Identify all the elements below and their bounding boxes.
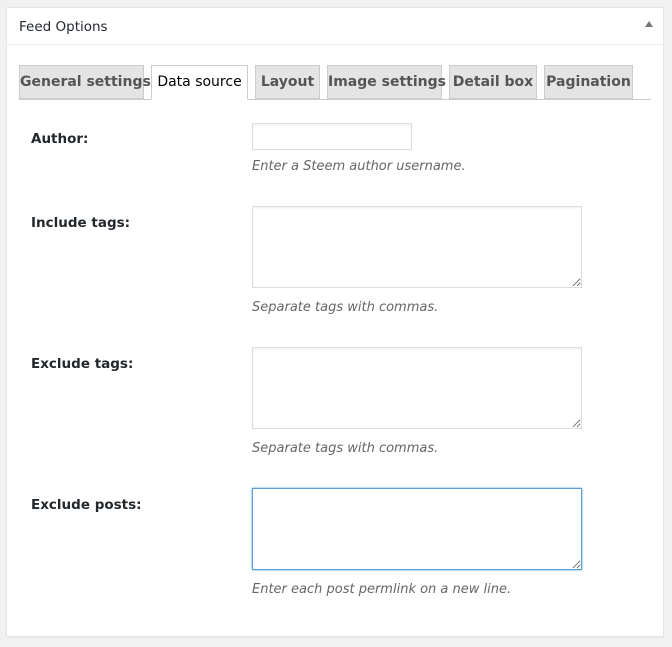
exclude-tags-textarea[interactable] <box>252 347 582 429</box>
author-input[interactable] <box>252 123 412 150</box>
feed-options-panel: Feed Options General settings Data sourc… <box>6 7 664 637</box>
collapse-arrow-icon[interactable] <box>645 21 653 27</box>
panel-header[interactable]: Feed Options <box>7 8 663 45</box>
tab-bar: General settings Data source Layout Imag… <box>19 64 651 100</box>
include-tags-label: Include tags: <box>31 215 131 231</box>
tab-general-settings[interactable]: General settings <box>19 65 151 99</box>
exclude-posts-textarea[interactable] <box>252 488 582 570</box>
include-tags-textarea[interactable] <box>252 206 582 288</box>
tab-detail-box[interactable]: Detail box <box>449 65 537 99</box>
tab-data-source[interactable]: Data source <box>151 65 248 100</box>
include-tags-description: Separate tags with commas. <box>252 300 439 315</box>
exclude-posts-label: Exclude posts: <box>31 497 142 513</box>
exclude-tags-label: Exclude tags: <box>31 356 134 372</box>
author-label: Author: <box>31 131 89 147</box>
author-description: Enter a Steem author username. <box>252 159 466 174</box>
exclude-tags-description: Separate tags with commas. <box>252 441 439 456</box>
tab-pagination[interactable]: Pagination <box>544 65 633 99</box>
tab-image-settings[interactable]: Image settings <box>327 65 446 99</box>
panel-title: Feed Options <box>19 19 108 35</box>
tab-layout[interactable]: Layout <box>255 65 320 99</box>
exclude-posts-description: Enter each post permlink on a new line. <box>252 582 512 597</box>
